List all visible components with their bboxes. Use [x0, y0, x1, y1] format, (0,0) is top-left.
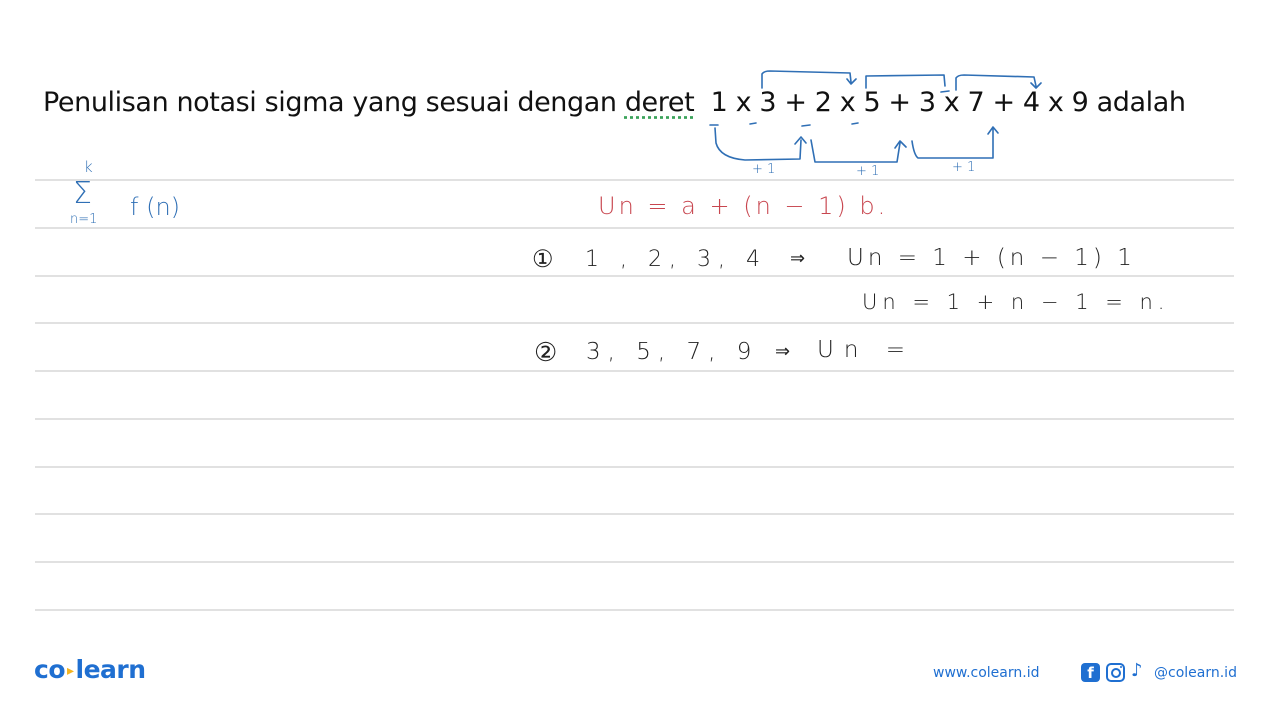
plus-one-label: + 1 [752, 162, 776, 177]
top-bracket-arrow [761, 70, 857, 89]
step2-result: Un = [817, 337, 915, 363]
bottom-loop-arrow [810, 139, 907, 163]
ruled-line [35, 513, 1234, 515]
step1-marker: ① [532, 245, 554, 273]
plus-one-label: + 1 [856, 164, 880, 179]
sigma-symbol: Σ [73, 176, 92, 211]
question-deret-word: deret [624, 87, 695, 118]
ruled-line [35, 275, 1234, 277]
question-text: Penulisan notasi sigma yang sesuai denga… [43, 87, 1186, 118]
logo-left: co [34, 655, 66, 684]
step2-marker: ② [534, 338, 558, 368]
bottom-loop-arrow [714, 127, 807, 161]
arithmetic-formula: Un = a + (n − 1) b. [598, 192, 889, 220]
question-series: 1 x 3 + 2 x 5 + 3 x 7 + 4 x 9 [710, 87, 1089, 118]
ruled-line [35, 466, 1234, 468]
logo-right: learn [75, 655, 147, 684]
tiktok-icon[interactable]: ♪ [1131, 660, 1143, 681]
plus-one-label: + 1 [952, 160, 976, 175]
sigma-upper-limit: k [84, 158, 93, 176]
step2-arrow: ⇒ [775, 341, 791, 362]
step1-simplified: Un = 1 + n − 1 = n. [862, 290, 1170, 314]
underline-mark [749, 122, 757, 125]
question-prefix: Penulisan notasi sigma yang sesuai denga… [43, 87, 625, 118]
logo-dot: ▸ [67, 663, 74, 679]
facebook-icon[interactable]: f [1081, 663, 1100, 682]
ruled-line [35, 322, 1234, 324]
ruled-line [35, 418, 1234, 420]
underline-mark [801, 124, 811, 127]
website-link[interactable]: www.colearn.id [933, 665, 1039, 681]
question-suffix: adalah [1096, 87, 1186, 118]
sigma-lower-limit: n=1 [70, 212, 98, 227]
instagram-icon[interactable] [1106, 663, 1125, 682]
ruled-line [35, 370, 1234, 372]
ruled-line [35, 179, 1234, 181]
ruled-line [35, 561, 1234, 563]
step1-result: Un = 1 + (n − 1) 1 [847, 245, 1136, 271]
step1-sequence: 1 , 2, 3, 4 [585, 247, 767, 272]
social-handle[interactable]: @colearn.id [1154, 665, 1237, 681]
sigma-function: f (n) [130, 193, 181, 221]
bottom-loop-arrow [911, 126, 999, 159]
step2-sequence: 3, 5, 7, 9 [586, 339, 759, 365]
ruled-line [35, 609, 1234, 611]
underline-mark [851, 122, 859, 125]
ruled-line [35, 227, 1234, 229]
colearn-logo: co ▸learn [34, 655, 146, 684]
step1-arrow: ⇒ [790, 248, 806, 269]
